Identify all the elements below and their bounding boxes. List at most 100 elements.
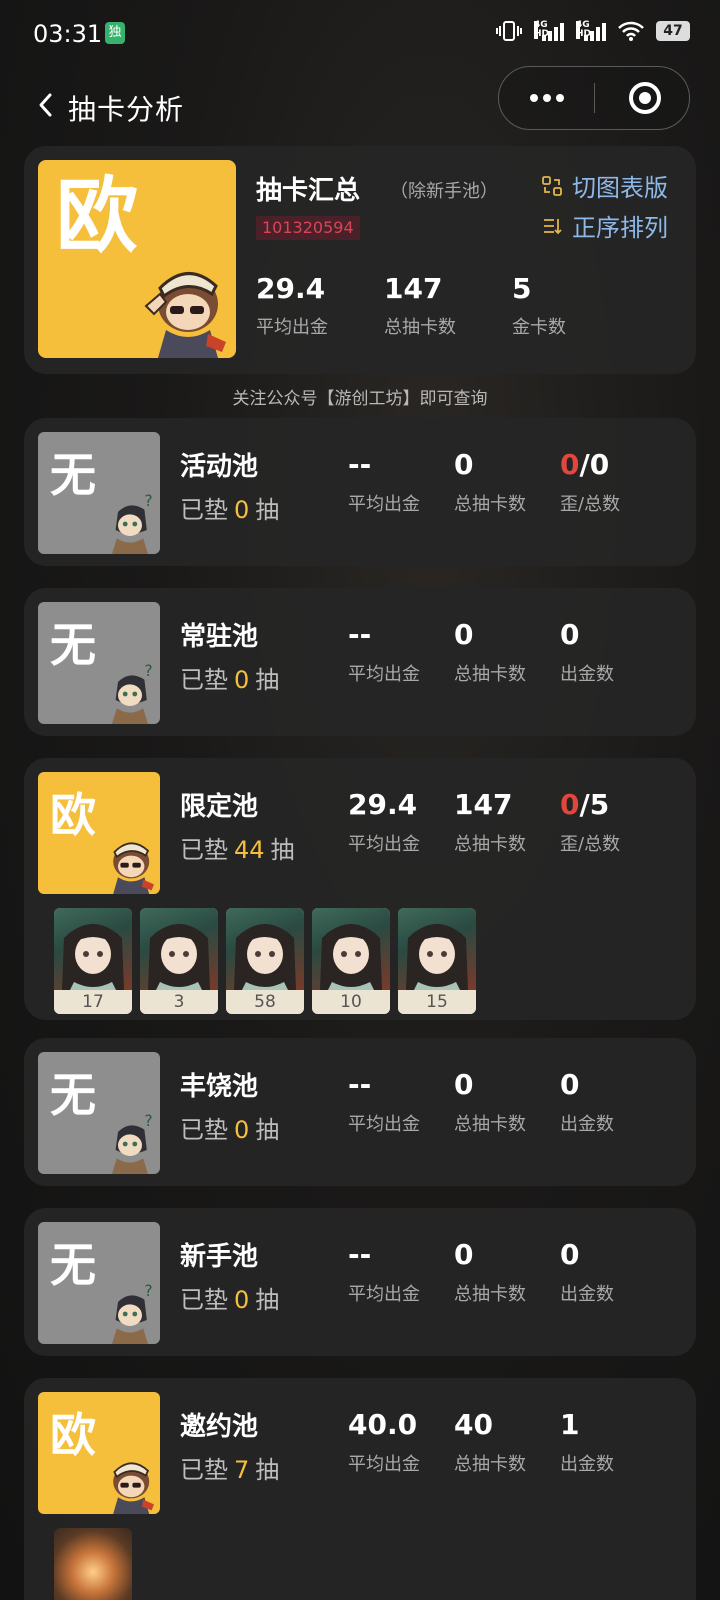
character-portrait-icon bbox=[320, 924, 382, 990]
stat-value: 0 bbox=[454, 1068, 474, 1101]
luck-char: 无 bbox=[50, 618, 96, 672]
pity-prefix: 已垫 bbox=[180, 666, 228, 694]
switch-chart-button[interactable]: 切图表版 bbox=[542, 168, 668, 203]
confused-mascot-icon: ? bbox=[112, 1112, 153, 1174]
stat-third: 0 出金数 bbox=[560, 1068, 614, 1136]
pity-number: 0 bbox=[234, 1286, 250, 1314]
pity-prefix: 已垫 bbox=[180, 1456, 228, 1484]
pity-number: 0 bbox=[234, 666, 250, 694]
pool-card[interactable]: 欧 邀约池 已垫 7 抽 40.0 平均出金 40 总抽卡数 1 出金数 bbox=[24, 1378, 696, 1600]
pull-count: 3 bbox=[140, 990, 218, 1014]
pool-avatar: 无 ? bbox=[38, 1052, 160, 1174]
gold-card-item[interactable]: 58 bbox=[226, 908, 304, 1014]
stat-third: 1 出金数 bbox=[560, 1408, 614, 1476]
stat-value-rest: 1 bbox=[560, 1408, 580, 1441]
sort-order-label: 正序排列 bbox=[572, 214, 668, 242]
stat-total: 0 总抽卡数 bbox=[454, 1068, 526, 1136]
stat-label: 总抽卡数 bbox=[454, 494, 526, 515]
stat-avg: -- 平均出金 bbox=[348, 448, 420, 516]
svg-text:?: ? bbox=[144, 1112, 152, 1130]
mascot-icon bbox=[113, 1462, 154, 1514]
status-bar: 03:31 独 4G HD 4G HD 47 bbox=[0, 0, 720, 66]
mascot-icon bbox=[113, 842, 154, 894]
stat-third: 0/5 歪/总数 bbox=[560, 788, 620, 856]
gold-card-list: 17 3 58 10 15 bbox=[54, 908, 476, 1014]
character-portrait bbox=[54, 908, 132, 990]
gold-card-item[interactable]: 17 bbox=[54, 908, 132, 1014]
pity-prefix: 已垫 bbox=[180, 1286, 228, 1314]
stat-label: 总抽卡数 bbox=[454, 834, 526, 855]
sort-order-button[interactable]: 正序排列 bbox=[542, 208, 668, 243]
confused-mascot-icon: ? bbox=[112, 1282, 153, 1344]
stat-value: -- bbox=[348, 1068, 372, 1101]
character-portrait-icon bbox=[148, 924, 210, 990]
pull-count: 58 bbox=[226, 990, 304, 1014]
pity-counter: 已垫 0 抽 bbox=[180, 490, 279, 525]
stat-value: 29.4 bbox=[348, 788, 418, 821]
svg-text:?: ? bbox=[144, 1282, 152, 1300]
pool-name: 丰饶池 bbox=[180, 1072, 259, 1102]
stat-value-rest: 0 bbox=[560, 1238, 580, 1271]
stat-total: 40 总抽卡数 bbox=[454, 1408, 526, 1476]
gold-card-item[interactable]: 10 bbox=[312, 908, 390, 1014]
pity-number: 7 bbox=[234, 1456, 250, 1484]
stat-value: 0 bbox=[454, 618, 474, 651]
back-arrow-icon[interactable] bbox=[34, 90, 58, 120]
pity-prefix: 已垫 bbox=[180, 836, 228, 864]
status-time: 03:31 bbox=[33, 20, 103, 48]
stat-value: 0 bbox=[454, 448, 474, 481]
stat-total: 0 总抽卡数 bbox=[454, 618, 526, 686]
stat-value: 40 bbox=[454, 1408, 493, 1441]
summary-stat-gold: 5 金卡数 bbox=[512, 272, 566, 339]
pool-card[interactable]: 无 ? 活动池 已垫 0 抽 -- 平均出金 0 总抽卡数 0/0 歪/总数 bbox=[24, 418, 696, 566]
stat-value: 0 bbox=[454, 1238, 474, 1271]
uid-badge: 101320594 bbox=[256, 216, 360, 240]
pity-prefix: 已垫 bbox=[180, 1116, 228, 1144]
stat-label: 平均出金 bbox=[348, 1454, 420, 1475]
stat-value: -- bbox=[348, 1238, 372, 1271]
pity-number: 0 bbox=[234, 1116, 250, 1144]
close-miniprogram-icon[interactable] bbox=[629, 82, 661, 114]
pool-item-thumbnail[interactable] bbox=[54, 1528, 132, 1600]
pool-name: 邀约池 bbox=[180, 1412, 259, 1442]
pity-counter: 已垫 0 抽 bbox=[180, 660, 279, 695]
svg-text:?: ? bbox=[144, 662, 152, 680]
pool-name: 活动池 bbox=[180, 452, 259, 482]
signal-icon-1: 4G HD bbox=[534, 21, 564, 41]
battery-icon: 47 bbox=[656, 21, 690, 41]
off-banner-count: 0 bbox=[560, 788, 580, 821]
pool-card[interactable]: 欧 限定池 已垫 44 抽 29.4 平均出金 147 总抽卡数 0/5 歪/总数 … bbox=[24, 758, 696, 1020]
stat-avg: 29.4 平均出金 bbox=[348, 788, 420, 856]
gold-card-item[interactable]: 15 bbox=[398, 908, 476, 1014]
stat-label: 总抽卡数 bbox=[454, 1284, 526, 1305]
pity-counter: 已垫 44 抽 bbox=[180, 830, 295, 865]
confused-mascot-icon: ? bbox=[112, 662, 153, 724]
stat-value: 0 bbox=[560, 1238, 614, 1272]
character-portrait bbox=[312, 908, 390, 990]
character-portrait-icon bbox=[234, 924, 296, 990]
stat-avg: -- 平均出金 bbox=[348, 1238, 420, 1306]
pool-card[interactable]: 无 ? 常驻池 已垫 0 抽 -- 平均出金 0 总抽卡数 0 出金数 bbox=[24, 588, 696, 736]
sort-icon bbox=[544, 218, 562, 234]
more-menu-button[interactable] bbox=[499, 67, 594, 129]
hint-text: 关注公众号【游创工坊】即可查询 bbox=[232, 389, 488, 409]
stat-avg: 40.0 平均出金 bbox=[348, 1408, 420, 1476]
character-portrait-icon bbox=[62, 924, 124, 990]
nav-bar: 抽卡分析 bbox=[0, 66, 720, 146]
pool-avatar: 无 ? bbox=[38, 432, 160, 554]
summary-title: 抽卡汇总 bbox=[256, 176, 361, 206]
gold-card-item[interactable]: 3 bbox=[140, 908, 218, 1014]
pull-count: 10 bbox=[312, 990, 390, 1014]
stat-label: 平均出金 bbox=[348, 1284, 420, 1305]
pool-card[interactable]: 无 ? 新手池 已垫 0 抽 -- 平均出金 0 总抽卡数 0 出金数 bbox=[24, 1208, 696, 1356]
stat-value: 0/0 bbox=[560, 448, 620, 482]
character-portrait bbox=[398, 908, 476, 990]
network-label-2: 4G HD bbox=[576, 20, 592, 39]
pool-card[interactable]: 无 ? 丰饶池 已垫 0 抽 -- 平均出金 0 总抽卡数 0 出金数 bbox=[24, 1038, 696, 1186]
pool-avatar: 无 ? bbox=[38, 1222, 160, 1344]
pool-avatar: 无 ? bbox=[38, 602, 160, 724]
miniprogram-capsule bbox=[498, 66, 690, 130]
stat-value-rest: 0 bbox=[560, 618, 580, 651]
stat-value: 0 bbox=[560, 618, 614, 652]
character-portrait bbox=[226, 908, 304, 990]
